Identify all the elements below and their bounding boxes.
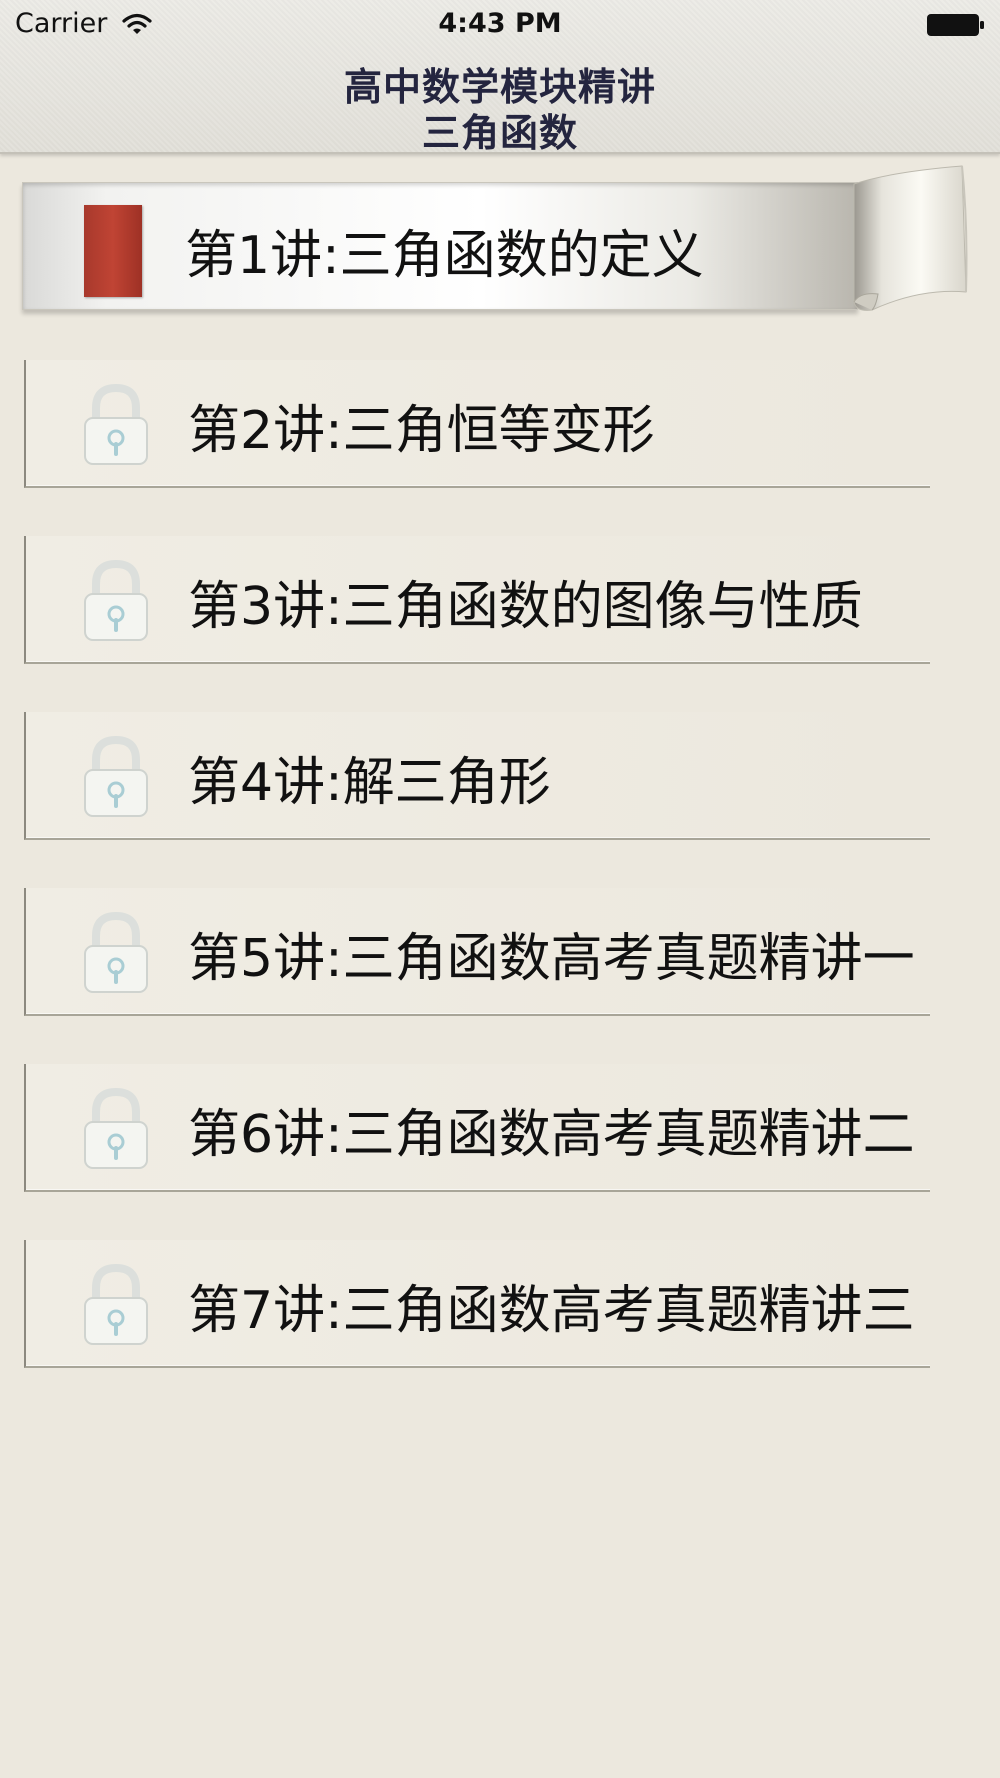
lock-icon xyxy=(84,1263,148,1345)
lesson-item-6[interactable]: 第6讲:三角函数高考真题精讲二 xyxy=(24,1064,930,1192)
header-bar: Carrier 4:43 PM 高中数学模块精讲 三角函数 xyxy=(0,0,1000,155)
lesson-item-1[interactable]: 第1讲:三角函数的定义 xyxy=(22,182,858,310)
scroll-curl-decoration xyxy=(853,165,968,311)
lock-icon xyxy=(84,1087,148,1169)
lesson-label: 第1讲:三角函数的定义 xyxy=(185,226,704,286)
lock-icon xyxy=(84,559,148,641)
status-time: 4:43 PM xyxy=(438,8,562,39)
page-subtitle: 三角函数 xyxy=(421,111,578,155)
lesson-label: 第2讲:三角恒等变形 xyxy=(188,401,655,461)
lock-icon xyxy=(84,911,148,993)
lesson-label: 第4讲:解三角形 xyxy=(188,753,551,813)
lesson-label: 第3讲:三角函数的图像与性质 xyxy=(188,577,863,637)
book-icon xyxy=(84,205,142,297)
battery-icon xyxy=(927,14,984,36)
lesson-label: 第7讲:三角函数高考真题精讲三 xyxy=(188,1281,915,1341)
lock-icon xyxy=(84,735,148,817)
lock-icon xyxy=(84,383,148,465)
lesson-label: 第5讲:三角函数高考真题精讲一 xyxy=(188,929,915,989)
lesson-label: 第6讲:三角函数高考真题精讲二 xyxy=(188,1105,915,1165)
lesson-item-4[interactable]: 第4讲:解三角形 xyxy=(24,712,930,840)
lesson-item-2[interactable]: 第2讲:三角恒等变形 xyxy=(24,360,930,488)
lesson-item-7[interactable]: 第7讲:三角函数高考真题精讲三 xyxy=(24,1240,930,1368)
status-bar: Carrier 4:43 PM xyxy=(0,0,1000,50)
lesson-item-3[interactable]: 第3讲:三角函数的图像与性质 xyxy=(24,536,930,664)
lesson-item-5[interactable]: 第5讲:三角函数高考真题精讲一 xyxy=(24,888,930,1016)
